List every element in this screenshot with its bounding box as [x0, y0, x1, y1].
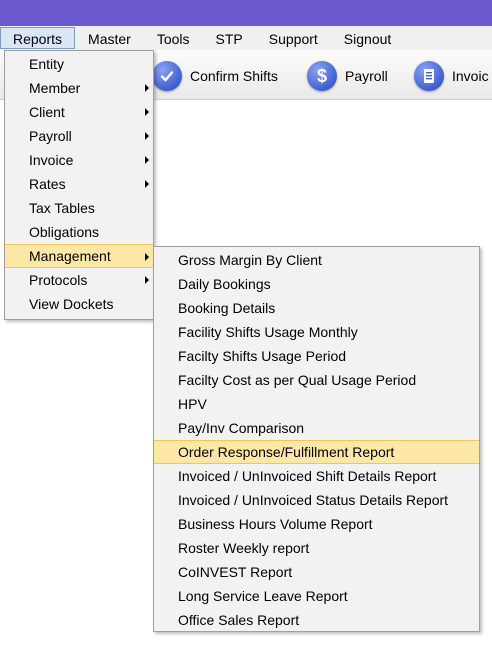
- submenu-arrow-icon: [145, 180, 149, 188]
- confirm-shifts-button[interactable]: Confirm Shifts: [152, 60, 278, 92]
- menu-item-daily-bookings[interactable]: Daily Bookings: [154, 272, 479, 296]
- management-submenu: Gross Margin By Client Daily Bookings Bo…: [153, 246, 480, 632]
- menu-item-long-service-leave-report[interactable]: Long Service Leave Report: [154, 584, 479, 608]
- menu-item-roster-weekly-report[interactable]: Roster Weekly report: [154, 536, 479, 560]
- menu-item-office-sales-report[interactable]: Office Sales Report: [154, 608, 479, 632]
- menu-tools[interactable]: Tools: [144, 27, 203, 49]
- dollar-icon: $: [307, 61, 337, 91]
- menu-item-invoiced-uninvoiced-status-details-report[interactable]: Invoiced / UnInvoiced Status Details Rep…: [154, 488, 479, 512]
- menu-item-entity[interactable]: Entity: [5, 52, 153, 76]
- confirm-shifts-label: Confirm Shifts: [190, 68, 278, 84]
- payroll-button[interactable]: $ Payroll: [307, 60, 388, 92]
- submenu-arrow-icon: [145, 276, 149, 284]
- menu-item-gross-margin-by-client[interactable]: Gross Margin By Client: [154, 248, 479, 272]
- menu-master[interactable]: Master: [75, 27, 144, 49]
- menu-item-obligations[interactable]: Obligations: [5, 220, 153, 244]
- menu-item-booking-details[interactable]: Booking Details: [154, 296, 479, 320]
- menu-reports[interactable]: Reports: [0, 27, 76, 49]
- submenu-arrow-icon: [145, 253, 149, 261]
- menu-item-payroll[interactable]: Payroll: [5, 124, 153, 148]
- menu-item-member[interactable]: Member: [5, 76, 153, 100]
- invoice-label: Invoic: [452, 68, 489, 84]
- menu-item-pay-inv-comparison[interactable]: Pay/Inv Comparison: [154, 416, 479, 440]
- menu-item-business-hours-volume-report[interactable]: Business Hours Volume Report: [154, 512, 479, 536]
- menu-bar: Reports Master Tools STP Support Signout: [0, 26, 492, 50]
- reports-dropdown: Entity Member Client Payroll Invoice Rat…: [4, 50, 154, 320]
- menu-signout[interactable]: Signout: [331, 27, 404, 49]
- menu-item-facility-shifts-usage-monthly[interactable]: Facility Shifts Usage Monthly: [154, 320, 479, 344]
- menu-item-hpv[interactable]: HPV: [154, 392, 479, 416]
- menu-stp[interactable]: STP: [203, 27, 256, 49]
- menu-item-invoiced-uninvoiced-shift-details-report[interactable]: Invoiced / UnInvoiced Shift Details Repo…: [154, 464, 479, 488]
- menu-item-order-response-fulfillment-report[interactable]: Order Response/Fulfillment Report: [154, 440, 479, 464]
- menu-item-invoice[interactable]: Invoice: [5, 148, 153, 172]
- menu-item-rates[interactable]: Rates: [5, 172, 153, 196]
- submenu-arrow-icon: [145, 156, 149, 164]
- menu-item-view-dockets[interactable]: View Dockets: [5, 292, 153, 316]
- title-bar: [0, 0, 492, 26]
- menu-item-coinvest-report[interactable]: CoINVEST Report: [154, 560, 479, 584]
- menu-item-management[interactable]: Management: [5, 244, 153, 268]
- payroll-label: Payroll: [345, 68, 388, 84]
- menu-item-protocols[interactable]: Protocols: [5, 268, 153, 292]
- submenu-arrow-icon: [145, 108, 149, 116]
- menu-item-facility-shifts-usage-period[interactable]: Facilty Shifts Usage Period: [154, 344, 479, 368]
- checkmark-icon: [152, 61, 182, 91]
- invoice-button[interactable]: Invoic: [414, 60, 489, 92]
- document-icon: [414, 61, 444, 91]
- menu-item-client[interactable]: Client: [5, 100, 153, 124]
- submenu-arrow-icon: [145, 132, 149, 140]
- menu-item-facility-cost-qual-usage-period[interactable]: Facilty Cost as per Qual Usage Period: [154, 368, 479, 392]
- menu-item-tax-tables[interactable]: Tax Tables: [5, 196, 153, 220]
- menu-support[interactable]: Support: [256, 27, 331, 49]
- submenu-arrow-icon: [145, 84, 149, 92]
